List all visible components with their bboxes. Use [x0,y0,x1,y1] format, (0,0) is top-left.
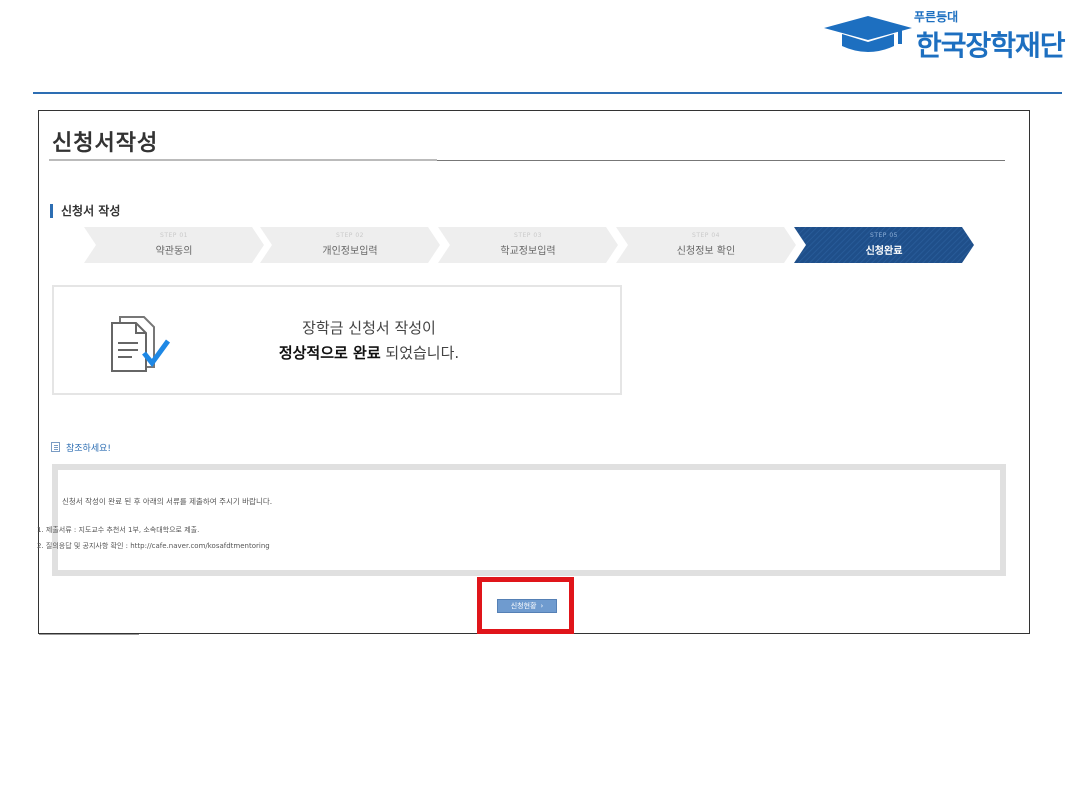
button-label: 신청현황 [510,602,537,610]
completion-message-line1: 장학금 신청서 작성이 [302,319,436,337]
notice-title: 참조하세요! [66,444,112,454]
step-5: STEP 05 신청완료 [794,227,974,263]
section-title: 신청서 작성 [61,204,121,218]
step-4: STEP 04 신청정보 확인 [616,227,796,263]
step-label: 약관동의 [155,246,193,257]
logo-subtitle: 푸른등대 [914,10,959,24]
section-marker [50,204,53,218]
step-3: STEP 03 학교정보입력 [438,227,618,263]
step-1: STEP 01 약관동의 [84,227,264,263]
application-status-button[interactable]: 신청현황 › [497,599,557,613]
completion-message-rest: 되었습니다. [380,344,460,362]
notice-item-qna: 2. 질의응답 및 공지사항 확인 : http://cafe.naver.co… [37,542,270,550]
header-divider [33,92,1062,94]
step-number: STEP 03 [514,232,542,239]
step-label: 신청정보 확인 [676,246,736,257]
document-check-icon [111,316,171,372]
completion-message-line2: 정상적으로 완료 되었습니다. [254,342,484,363]
notice-box [52,464,1006,576]
step-label: 신청완료 [865,246,903,257]
application-panel: 신청서작성 신청서 작성 STEP 01 약관동의 STEP 02 개인정보입력… [37,110,1030,635]
step-label: 개인정보입력 [322,246,378,257]
notice-item-documents: 1. 제출서류 : 지도교수 추천서 1부, 소속대학으로 제출. [37,526,200,534]
title-rule [437,160,1005,161]
step-label: 학교정보입력 [500,246,556,257]
step-2: STEP 02 개인정보입력 [260,227,440,263]
step-number: STEP 05 [870,232,898,239]
completion-emphasis: 정상적으로 완료 [278,344,381,362]
step-number: STEP 01 [160,232,188,239]
completion-box: 장학금 신청서 작성이 정상적으로 완료 되었습니다. [52,285,622,395]
step-progress: STEP 01 약관동의 STEP 02 개인정보입력 STEP 03 학교정보… [84,227,974,263]
kosaf-logo: 푸른등대 한국장학재단 [822,4,1072,62]
chevron-right-icon: › [540,602,544,610]
notice-icon [51,442,60,452]
notice-intro: 신청서 작성이 완료 된 후 아래의 서류를 제출하여 주시기 바랍니다. [62,497,273,506]
graduation-cap-icon [824,16,912,52]
title-underline [49,159,437,161]
footer-line [39,634,139,635]
page-title: 신청서작성 [52,131,159,156]
step-number: STEP 04 [692,232,720,239]
step-number: STEP 02 [336,232,364,239]
logo-title: 한국장학재단 [916,29,1066,62]
